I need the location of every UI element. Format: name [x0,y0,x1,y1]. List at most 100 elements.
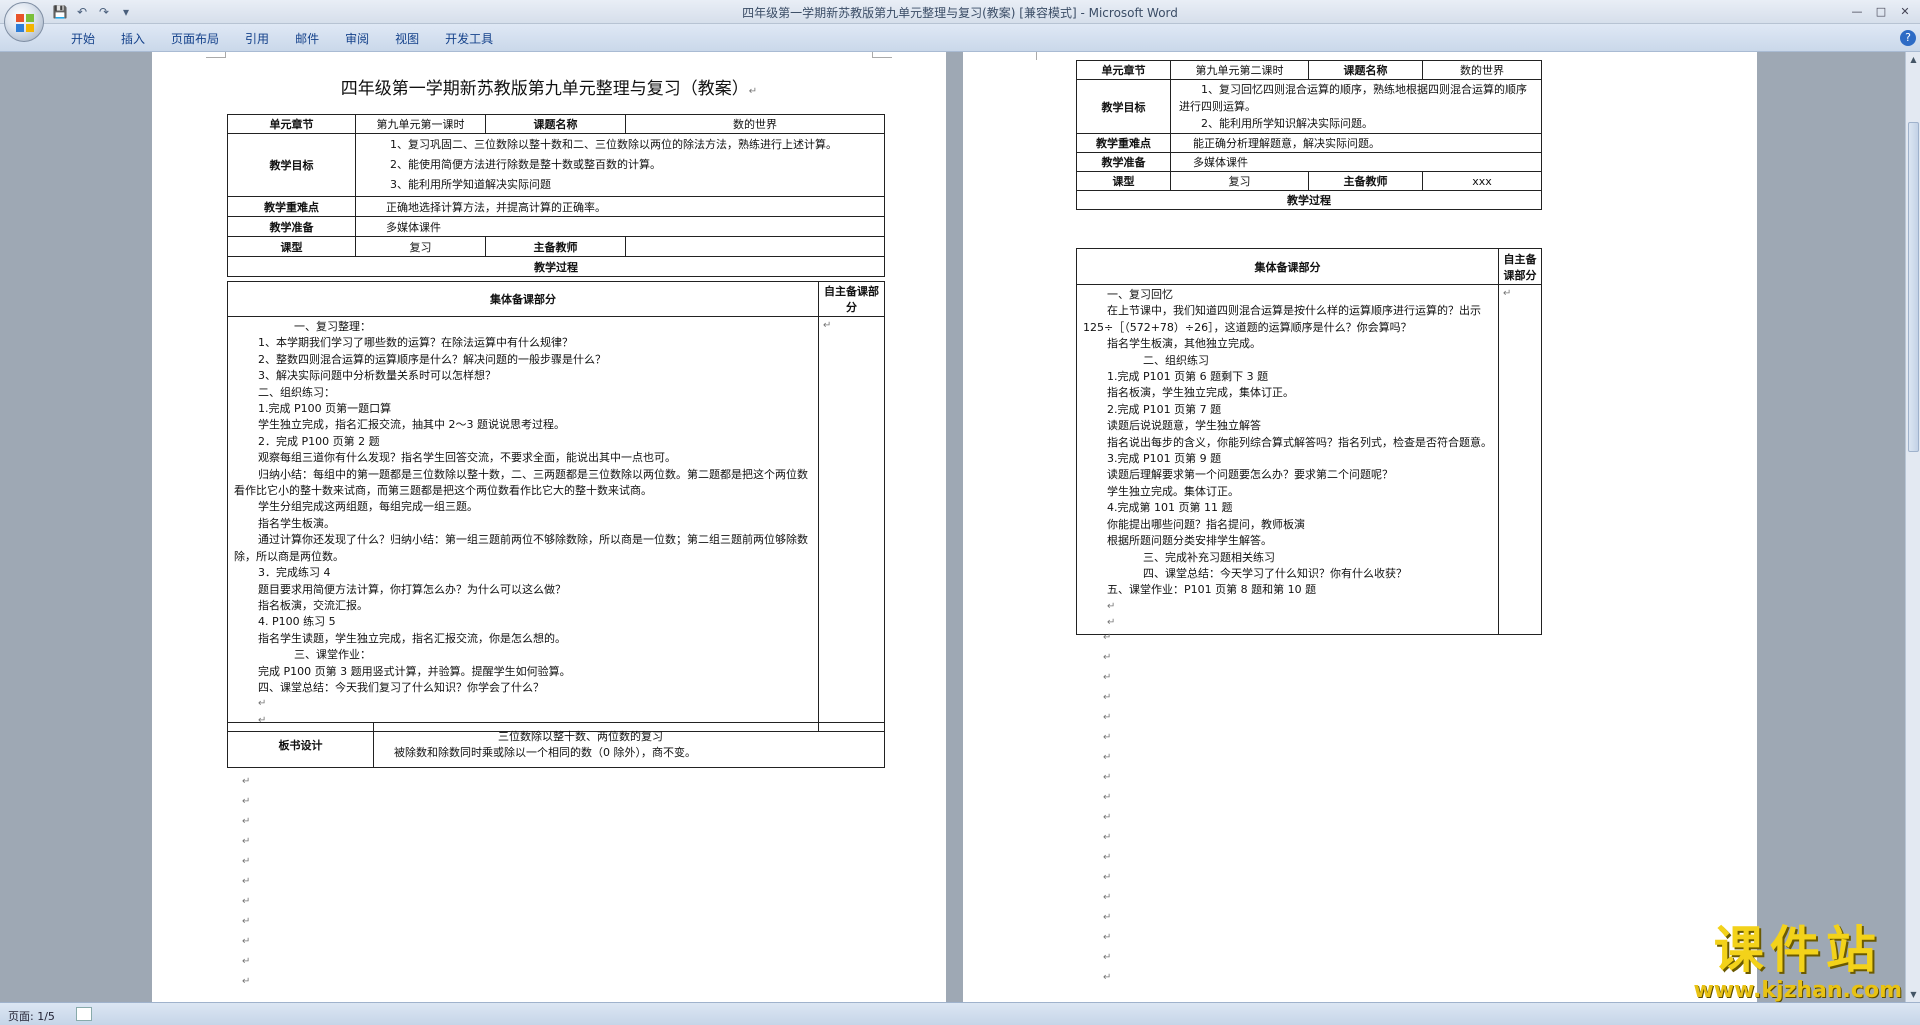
body-line: 在上节课中，我们知道四则混合运算是按什么样的运算顺序进行运算的？出示 125÷［… [1083,304,1481,334]
key-label: 教学重难点 [1076,133,1171,153]
body-line: 4. P100 练习 5 [258,615,336,629]
title-text: 四年级第一学期新苏教版第九单元整理与复习（教案） [340,79,749,99]
teacher-value[interactable]: xxx [1422,171,1542,191]
board-label: 板书设计 [227,722,374,768]
goal-label: 教学目标 [1076,79,1171,134]
body-line: 观察每组三道你有什么发现？指名学生回答交流，不要求全面，能说出其中一点也可。 [258,451,676,465]
tab-review[interactable]: 审阅 [332,30,382,48]
body-line: 完成 P100 页第 3 题用竖式计算，并验算。提醒学生如何验算。 [258,664,571,678]
board-cell[interactable]: 三位数除以整十数、两位数的复习 被除数和除数同时乘或除以一个相同的数（0 除外）… [373,722,885,768]
prep-label: 教学准备 [227,216,356,237]
self-content-cell[interactable]: ↵ [818,315,885,733]
goal-label: 教学目标 [227,133,356,197]
tab-home[interactable]: 开始 [58,30,108,48]
tab-developer[interactable]: 开发工具 [432,30,506,48]
unit-value[interactable]: 第九单元第二课时 [1170,60,1309,80]
lesson-table-2: 单元章节 第九单元第二课时 课题名称 数的世界 教学目标 1、复习回忆四则混合运… [1076,60,1542,210]
watermark-logo: 课件站 [1713,921,1882,979]
title-bar: 💾 ↶ ↷ ▾ 四年级第一学期新苏教版第九单元整理与复习(教案) [兼容模式] … [0,0,1920,24]
body-line: 读题后理解要求第一个问题要怎么办？要求第二个问题呢？ [1107,468,1393,482]
window-title: 四年级第一学期新苏教版第九单元整理与复习(教案) [兼容模式] - Micros… [0,4,1920,21]
group-label: 集体备课部分 [1076,248,1499,285]
scrollbar-thumb[interactable] [1908,122,1919,452]
process-label: 教学过程 [227,256,885,277]
topic-label: 课题名称 [1308,60,1423,80]
tab-mailings[interactable]: 邮件 [282,30,332,48]
body-line: 三、课堂作业： [294,648,371,662]
body-line: 指名学生读题，学生独立完成，指名汇报交流，你是怎么想的。 [258,631,566,645]
body-line: 2.完成 P101 页第 7 题 [1107,402,1222,416]
body-line: 学生独立完成，指名汇报交流，抽其中 2～3 题说说思考过程。 [258,418,565,432]
title-separator: - [1076,6,1089,20]
body-line: 四、课堂总结：今天我们复习了什么知识？你学会了什么？ [258,680,544,694]
unit-label: 单元章节 [1076,60,1171,80]
prep-value[interactable]: 多媒体课件 [1170,152,1542,172]
process-label: 教学过程 [1076,190,1542,210]
body-line: 学生独立完成。集体订正。 [1107,484,1239,498]
lesson-body-1: 一、复习整理： 1、本学期我们学习了哪些数的运算？在除法运算中有什么规律？ 2、… [228,317,818,731]
type-value[interactable]: 复习 [1170,171,1309,191]
document-page-1: 四年级第一学期新苏教版第九单元整理与复习（教案）↵ 单元章节 第九单元第一课时 … [152,52,946,1002]
unit-value[interactable]: 第九单元第一课时 [355,114,486,134]
board-line: 被除数和除数同时乘或除以一个相同的数（0 除外），商不变。 [394,746,696,759]
minimize-icon[interactable]: — [1846,2,1868,20]
body-line: 一、复习回忆 [1107,288,1173,301]
status-bar: 页面: 1/5 [0,1002,1920,1025]
office-logo-icon [16,14,34,32]
office-button[interactable] [4,2,44,42]
ribbon: 开始 插入 页面布局 引用 邮件 审阅 视图 开发工具 ? [0,24,1920,52]
tab-page-layout[interactable]: 页面布局 [158,30,232,48]
tab-references[interactable]: 引用 [232,30,282,48]
body-line: 指名学生板演。 [258,516,335,530]
topic-value[interactable]: 数的世界 [625,114,885,134]
tab-insert[interactable]: 插入 [108,30,158,48]
self-label: 自主备课部分 [1498,248,1542,285]
topic-label: 课题名称 [485,114,626,134]
body-line: 二、组织练习： [258,385,335,399]
process-table-2: 集体备课部分 自主备课部分 一、复习回忆 在上节课中，我们知道四则混合运算是按什… [1076,248,1542,635]
help-icon[interactable]: ? [1900,30,1916,46]
window-controls: — □ ✕ [1846,2,1916,20]
scroll-down-icon[interactable]: ▼ [1907,988,1920,1001]
topic-value[interactable]: 数的世界 [1422,60,1542,80]
key-value[interactable]: 能正确分析理解题意，解决实际问题。 [1170,133,1542,153]
app-name: Microsoft Word [1088,6,1178,20]
body-line: 1.完成 P101 页第 6 题剩下 3 题 [1107,370,1269,384]
goal-cell[interactable]: 1、复习巩固二、三位数除以整十数和二、三位数除以两位的除法方法，熟练进行上述计算… [355,133,885,197]
prep-label: 教学准备 [1076,152,1171,172]
group-label: 集体备课部分 [227,281,819,317]
body-line: 二、组织练习 [1143,353,1209,367]
crop-mark [872,52,892,58]
goal-line: 1、复习回忆四则混合运算的顺序，熟练地根据四则混合运算的顺序进行四则运算。 [1179,83,1527,113]
body-line: 读题后说说题意，学生独立解答 [1107,419,1261,433]
site-watermark: 课件站 www.kjzhan.com [1693,922,1902,1003]
body-line: 1、本学期我们学习了哪些数的运算？在除法运算中有什么规律？ [258,336,573,350]
close-icon[interactable]: ✕ [1894,2,1916,20]
group-content-cell[interactable]: 一、复习整理： 1、本学期我们学习了哪些数的运算？在除法运算中有什么规律？ 2、… [227,315,819,733]
teacher-value[interactable] [625,236,885,257]
document-page-2: 单元章节 第九单元第二课时 课题名称 数的世界 教学目标 1、复习回忆四则混合运… [963,52,1757,1002]
key-value[interactable]: 正确地选择计算方法，并提高计算的正确率。 [355,196,885,217]
proofing-icon[interactable] [76,1007,92,1021]
ribbon-tabs: 开始 插入 页面布局 引用 邮件 审阅 视图 开发工具 [58,30,506,48]
document-name: 四年级第一学期新苏教版第九单元整理与复习(教案) [兼容模式] [742,6,1077,20]
body-line: 题目要求用简便方法计算，你打算怎么办？为什么可以这么做？ [258,582,566,596]
prep-value[interactable]: 多媒体课件 [355,216,885,237]
restore-icon[interactable]: □ [1870,2,1892,20]
body-line: 学生分组完成这两组题，每组完成一组三题。 [258,500,478,514]
scroll-up-icon[interactable]: ▲ [1907,53,1920,66]
vertical-scrollbar[interactable]: ▲ ▼ [1905,52,1920,1002]
self-content-cell[interactable]: ↵ [1498,284,1542,635]
tab-view[interactable]: 视图 [382,30,432,48]
unit-label: 单元章节 [227,114,356,134]
type-value[interactable]: 复习 [355,236,486,257]
self-label: 自主备课部分 [818,281,885,317]
page-counter[interactable]: 页面: 1/5 [8,1008,55,1024]
body-line: 五、课堂作业：P101 页第 8 题和第 10 题 [1107,583,1317,597]
goal-cell[interactable]: 1、复习回忆四则混合运算的顺序，熟练地根据四则混合运算的顺序进行四则运算。 2、… [1170,79,1542,134]
group-content-cell[interactable]: 一、复习回忆 在上节课中，我们知道四则混合运算是按什么样的运算顺序进行运算的？出… [1076,284,1499,635]
teacher-label: 主备教师 [1308,171,1423,191]
body-line: 2．完成 P100 页第 2 题 [258,434,380,448]
body-line: 指名板演，学生独立完成，集体订正。 [1107,386,1294,400]
body-line: 归纳小结：每组中的第一题都是三位数除以整十数，二、三两题都是三位数除以两位数。第… [234,467,808,498]
